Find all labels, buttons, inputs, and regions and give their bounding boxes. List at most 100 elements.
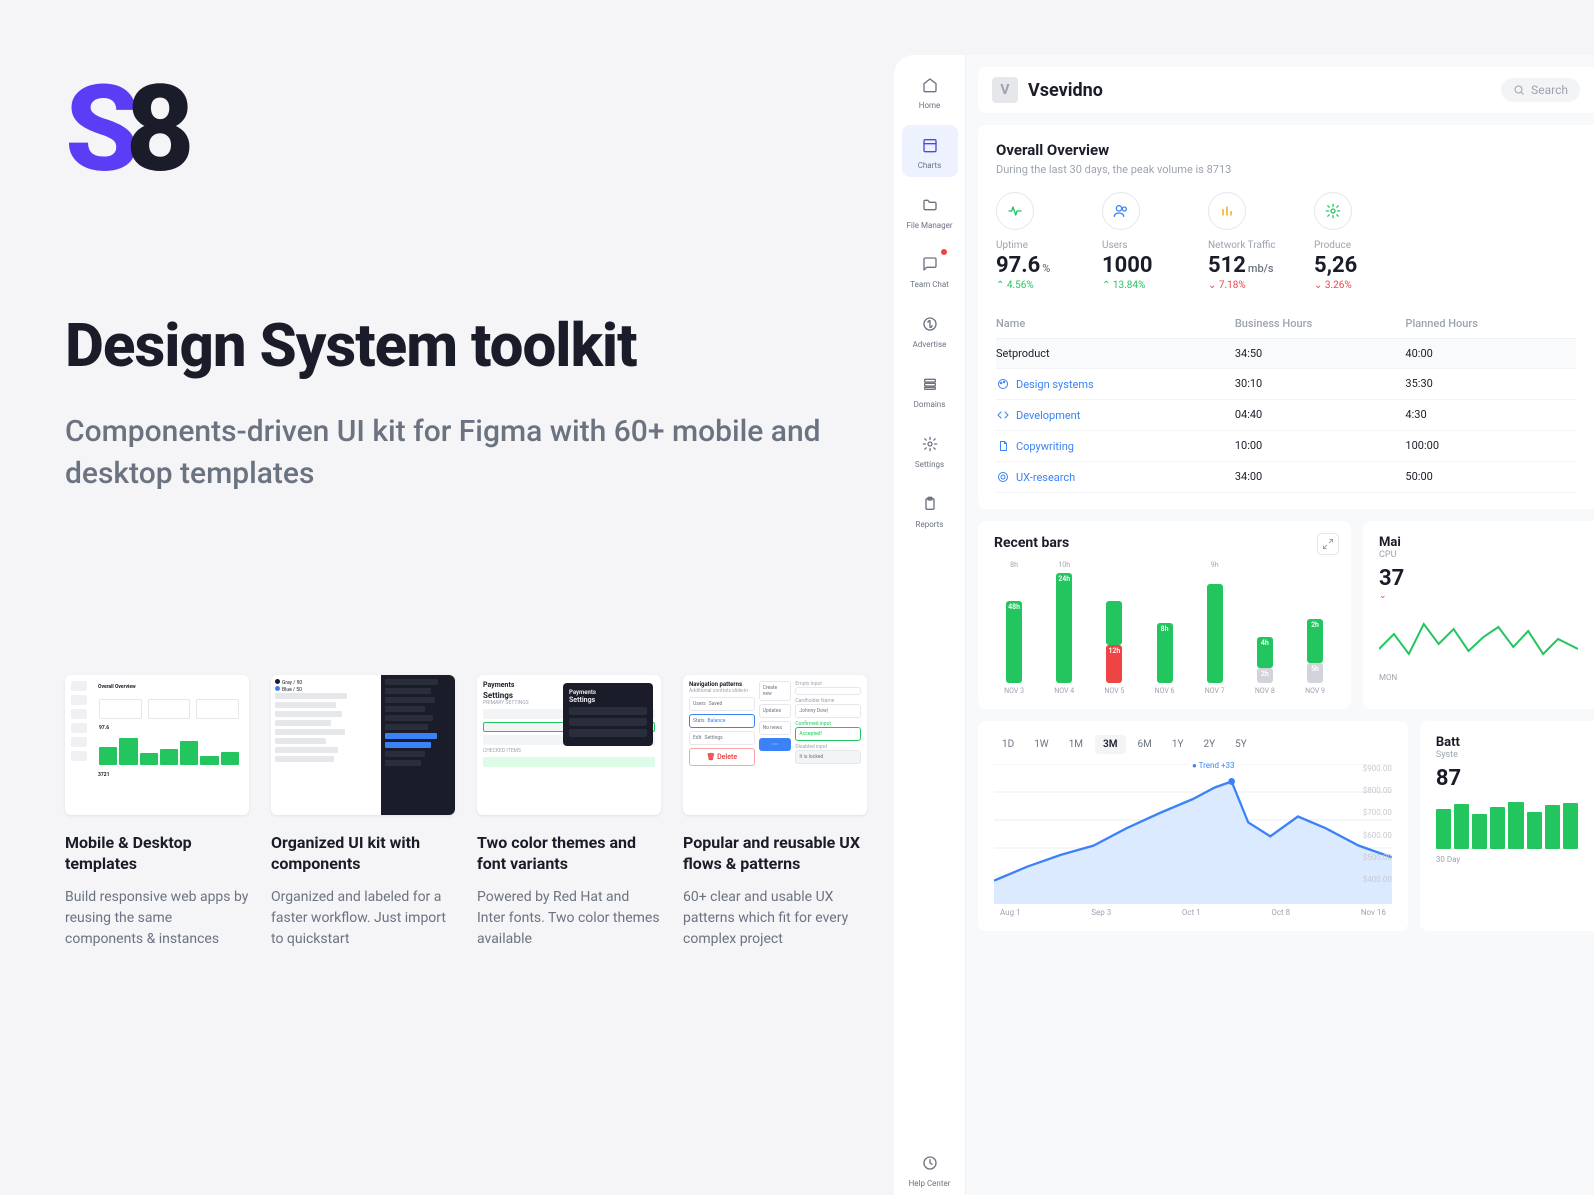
logo-digit-8: 8 bbox=[125, 70, 194, 190]
metric-uptime: Uptime 97.6% ⌃ 4.56% bbox=[996, 192, 1076, 291]
th-business-hours: Business Hours bbox=[1235, 317, 1406, 330]
brand-badge: V bbox=[992, 77, 1018, 103]
folder-icon bbox=[916, 191, 944, 219]
table-row[interactable]: Design systems 30:10 35:30 bbox=[996, 369, 1576, 400]
y-tick: $500.00 bbox=[1363, 853, 1392, 862]
bar-column: 9h NOV 7 bbox=[1195, 573, 1235, 695]
metric-delta: ⌄ 3.26% bbox=[1314, 280, 1394, 291]
logo-letter-s: S bbox=[65, 70, 131, 190]
range-tabs: 1D1W1M3M 6M1Y2Y5Y bbox=[994, 735, 1392, 754]
cell-name: Setproduct bbox=[996, 347, 1235, 360]
bar-cap: 9h bbox=[1211, 561, 1219, 569]
range-tab-1w[interactable]: 1W bbox=[1026, 735, 1057, 754]
bar-column: 4h2h NOV 8 bbox=[1245, 573, 1285, 695]
battery-x-label: 30 Day bbox=[1436, 855, 1578, 864]
feature-thumbnail: Payments Settings PRIMARY SETTINGS CHECK… bbox=[477, 675, 661, 815]
x-tick: Aug 1 bbox=[1000, 908, 1021, 917]
bar-column: 8h 48h NOV 3 bbox=[994, 573, 1034, 695]
feature-title: Popular and reusable UX flows & patterns bbox=[683, 833, 867, 875]
bar-label: NOV 7 bbox=[1205, 687, 1225, 695]
users-icon bbox=[1102, 192, 1140, 230]
metric-value: 97.6 bbox=[996, 253, 1040, 278]
metric-delta: ⌃ 4.56% bbox=[996, 280, 1076, 291]
cpu-title: Mai bbox=[1379, 535, 1578, 550]
metric-delta: ⌄ 7.18% bbox=[1208, 280, 1288, 291]
feature-body: Powered by Red Hat and Inter fonts. Two … bbox=[477, 887, 661, 950]
metric-label: Uptime bbox=[996, 240, 1076, 251]
sidebar: Home Charts File Manager Team Chat Adver… bbox=[894, 55, 966, 1195]
sidebar-item-advertise[interactable]: Advertise bbox=[902, 304, 958, 356]
bar-label: NOV 4 bbox=[1054, 687, 1074, 695]
table-row[interactable]: Setproduct 34:50 40:00 bbox=[996, 339, 1576, 369]
doc-icon bbox=[996, 439, 1010, 453]
range-tab-1y[interactable]: 1Y bbox=[1164, 735, 1192, 754]
dashboard-preview: Home Charts File Manager Team Chat Adver… bbox=[894, 55, 1594, 1195]
range-tab-2y[interactable]: 2Y bbox=[1196, 735, 1224, 754]
metric-network-traffic: Network Traffic 512mb/s ⌄ 7.18% bbox=[1208, 192, 1288, 291]
sidebar-item-settings[interactable]: Settings bbox=[902, 424, 958, 476]
cpu-card: Mai CPU 37 ⌄ MON bbox=[1363, 521, 1594, 709]
sidebar-item-help-center[interactable]: Help Center bbox=[902, 1143, 958, 1195]
page-title: Design System toolkit bbox=[65, 310, 845, 381]
search-placeholder: Search bbox=[1531, 83, 1568, 97]
brand-logo: S 8 bbox=[65, 70, 845, 190]
code-icon bbox=[996, 408, 1010, 422]
cpu-subtitle: CPU bbox=[1379, 550, 1578, 560]
cell-planned-hours: 40:00 bbox=[1405, 347, 1576, 360]
chat-icon bbox=[916, 250, 944, 278]
hours-table: Name Business Hours Planned Hours Setpro… bbox=[996, 309, 1576, 493]
sidebar-item-file-manager[interactable]: File Manager bbox=[902, 185, 958, 237]
expand-icon bbox=[1322, 538, 1334, 550]
range-tab-6m[interactable]: 6M bbox=[1130, 735, 1160, 754]
overview-title: Overall Overview bbox=[996, 141, 1576, 159]
metric-value: 5,26 bbox=[1314, 253, 1357, 278]
range-tab-1m[interactable]: 1M bbox=[1061, 735, 1091, 754]
target-icon bbox=[996, 470, 1010, 484]
clock-icon bbox=[916, 1149, 944, 1177]
cell-business-hours: 10:00 bbox=[1235, 439, 1406, 453]
bar-cap: 8h bbox=[1010, 561, 1018, 569]
trend-label: Trend bbox=[1199, 761, 1219, 770]
sidebar-item-domains[interactable]: Domains bbox=[902, 364, 958, 416]
battery-subtitle: Syste bbox=[1436, 750, 1578, 760]
bar-label: NOV 8 bbox=[1255, 687, 1275, 695]
metric-value: 1000 bbox=[1102, 253, 1153, 278]
feature-thumbnail: Navigation patterns Additional controls … bbox=[683, 675, 867, 815]
dollar-icon bbox=[916, 310, 944, 338]
metric-label: Users bbox=[1102, 240, 1182, 251]
x-tick: Nov 16 bbox=[1361, 908, 1386, 917]
th-planned-hours: Planned Hours bbox=[1405, 317, 1576, 330]
battery-card: Batt Syste 87 30 Day bbox=[1420, 721, 1594, 931]
cell-business-hours: 34:00 bbox=[1235, 470, 1406, 484]
range-tab-1d[interactable]: 1D bbox=[994, 735, 1022, 754]
sidebar-item-home[interactable]: Home bbox=[902, 65, 958, 117]
table-row[interactable]: UX-research 34:00 50:00 bbox=[996, 462, 1576, 493]
clipboard-icon bbox=[916, 490, 944, 518]
bar-label: NOV 3 bbox=[1004, 687, 1024, 695]
metric-produce: Produce 5,26 ⌄ 3.26% bbox=[1314, 192, 1394, 291]
search-icon bbox=[1513, 84, 1525, 96]
feature-title: Organized UI kit with components bbox=[271, 833, 455, 875]
cell-business-hours: 04:40 bbox=[1235, 408, 1406, 422]
cell-name: Design systems bbox=[996, 377, 1235, 391]
feature-title: Two color themes and font variants bbox=[477, 833, 661, 875]
sidebar-item-charts[interactable]: Charts bbox=[902, 125, 958, 177]
sidebar-item-label: File Manager bbox=[906, 222, 952, 231]
expand-button[interactable] bbox=[1317, 533, 1339, 555]
sidebar-item-label: Help Center bbox=[909, 1180, 951, 1189]
bar-column: 2h5h NOV 9 bbox=[1295, 573, 1335, 695]
sidebar-item-reports[interactable]: Reports bbox=[902, 484, 958, 536]
calendar-icon bbox=[916, 131, 944, 159]
table-row[interactable]: Development 04:40 4:30 bbox=[996, 400, 1576, 431]
cell-business-hours: 30:10 bbox=[1235, 377, 1406, 391]
range-tab-3m[interactable]: 3M bbox=[1095, 735, 1125, 754]
sidebar-item-team-chat[interactable]: Team Chat bbox=[902, 244, 958, 296]
sidebar-item-label: Settings bbox=[915, 461, 944, 470]
bar-label: NOV 6 bbox=[1155, 687, 1175, 695]
cell-planned-hours: 100:00 bbox=[1405, 439, 1576, 453]
table-row[interactable]: Copywriting 10:00 100:00 bbox=[996, 431, 1576, 462]
search-input[interactable]: Search bbox=[1501, 78, 1580, 102]
range-tab-5y[interactable]: 5Y bbox=[1227, 735, 1255, 754]
gear-icon bbox=[916, 430, 944, 458]
metric-unit: % bbox=[1042, 262, 1050, 275]
